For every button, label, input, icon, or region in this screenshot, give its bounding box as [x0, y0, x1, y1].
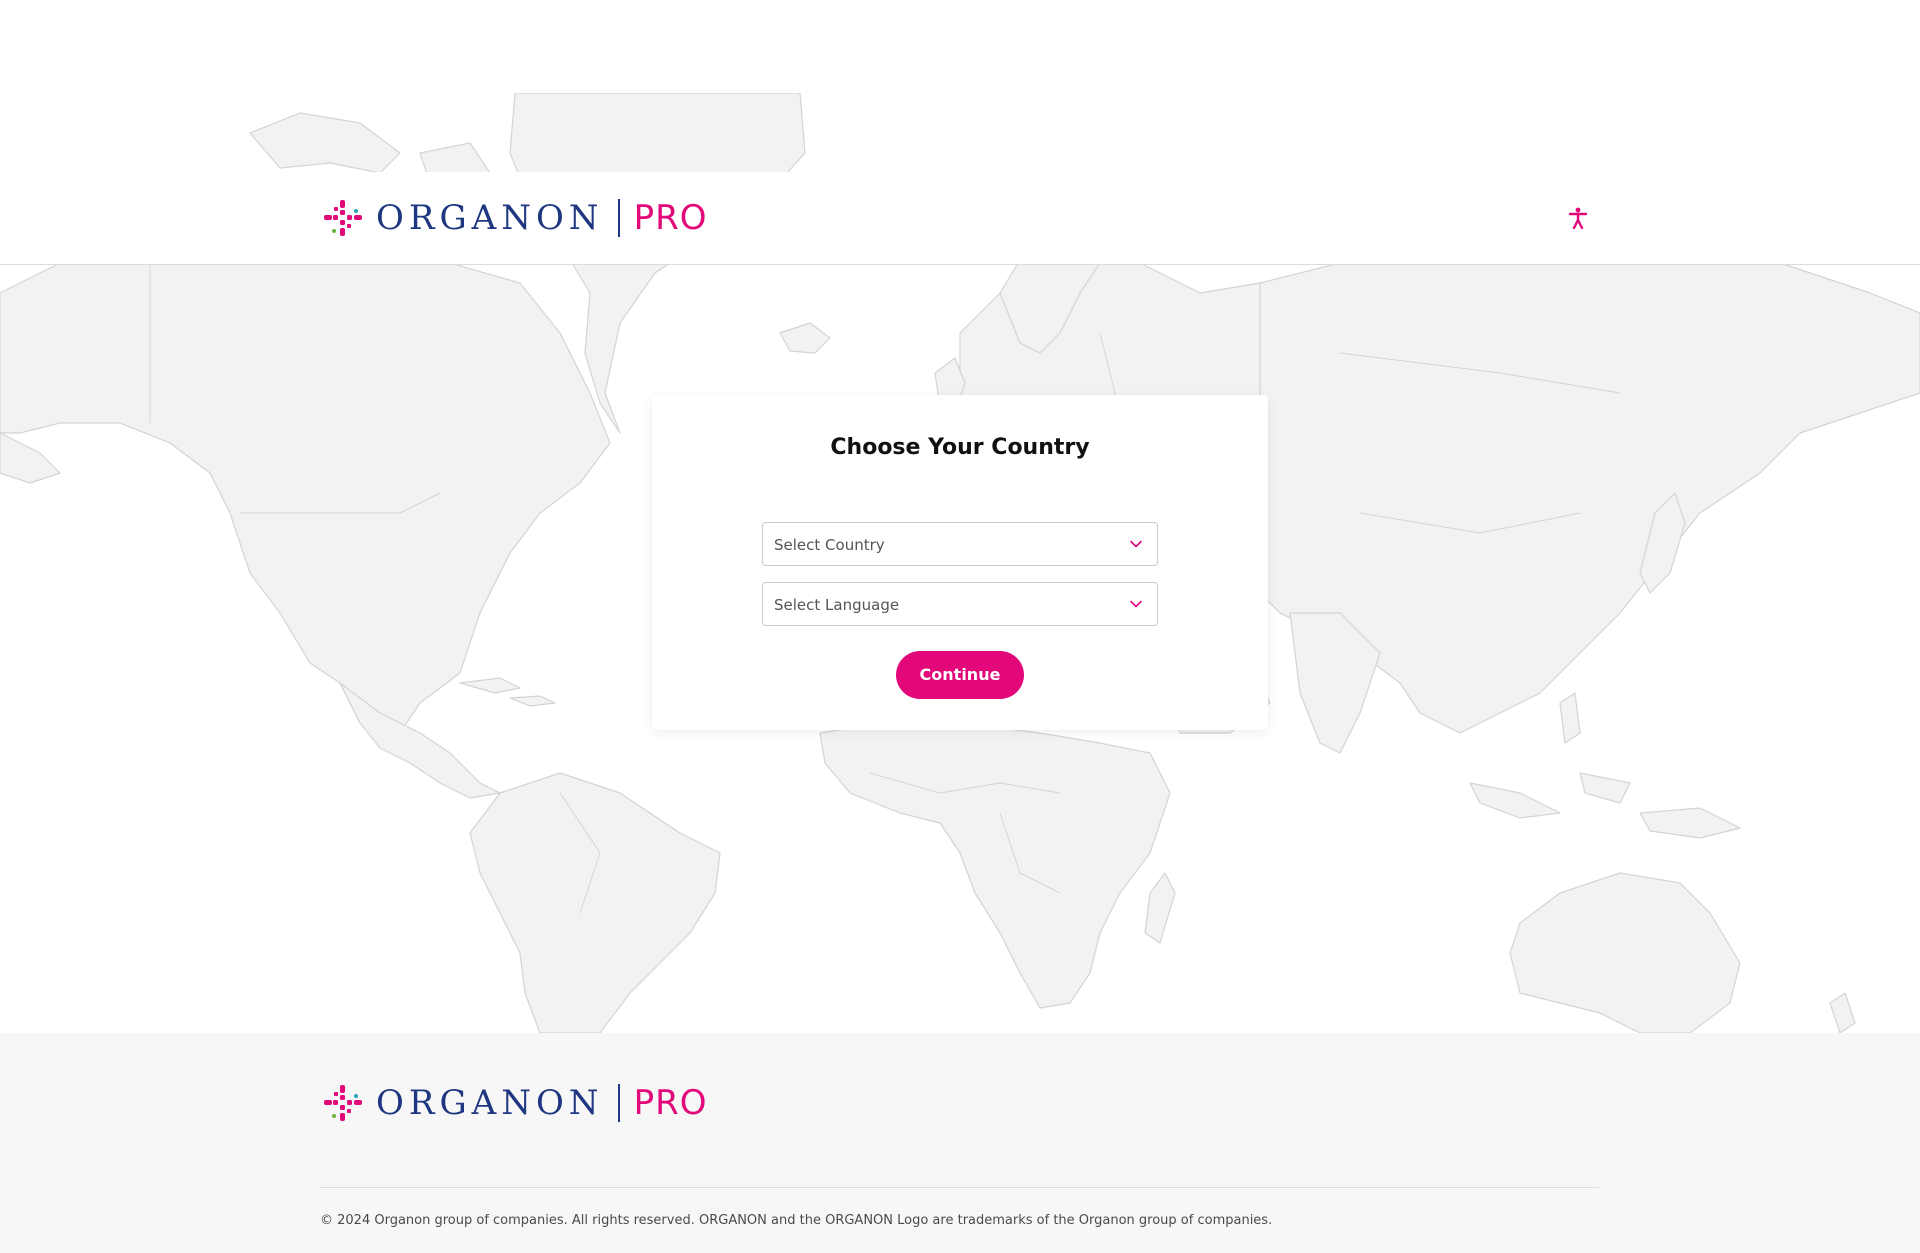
accessibility-button[interactable]: [1564, 204, 1592, 232]
logo-wordmark: ORGANON: [376, 198, 604, 238]
chevron-down-icon: [1130, 600, 1142, 608]
map-madagascar: [1144, 872, 1176, 944]
footer-divider: [320, 1187, 1599, 1188]
country-select-placeholder: Select Country: [774, 536, 885, 554]
site-header: ORGANON PRO: [0, 172, 1920, 265]
logo-wordmark: ORGANON: [376, 1083, 604, 1123]
organon-mark-icon: [324, 200, 362, 236]
logo-divider: [617, 1084, 620, 1122]
continue-button[interactable]: Continue: [896, 651, 1024, 699]
map-new-guinea: [1639, 807, 1741, 839]
map-caribbean-2: [509, 695, 556, 707]
footer-logo[interactable]: ORGANON PRO: [320, 1083, 707, 1123]
map-indonesia-2: [1579, 772, 1631, 804]
country-chooser-card: Choose Your Country Select Country Selec…: [652, 395, 1268, 730]
map-australia: [1509, 872, 1741, 1033]
map-philippines: [1559, 692, 1581, 744]
site-footer: ORGANON PRO © 2024 Organon group of comp…: [0, 1033, 1920, 1253]
map-south-america: [469, 772, 721, 1033]
language-select[interactable]: Select Language: [762, 582, 1158, 626]
map-alaska: [0, 432, 61, 484]
map-iceland: [779, 322, 831, 354]
chevron-down-icon: [1130, 540, 1142, 548]
map-indonesia: [1469, 782, 1561, 819]
logo-suffix: PRO: [633, 198, 708, 238]
map-new-zealand: [1829, 992, 1856, 1033]
logo-suffix: PRO: [633, 1083, 708, 1123]
map-north-america: [0, 232, 611, 734]
country-select[interactable]: Select Country: [762, 522, 1158, 566]
map-arctic-islands: [249, 112, 401, 174]
copyright-text: © 2024 Organon group of companies. All r…: [320, 1213, 1273, 1228]
accessibility-icon: [1569, 207, 1587, 229]
language-select-placeholder: Select Language: [774, 596, 900, 614]
organon-mark-icon: [324, 1085, 362, 1121]
header-logo[interactable]: ORGANON PRO: [320, 198, 707, 238]
map-caribbean: [459, 677, 521, 694]
map-africa: [819, 722, 1171, 1009]
modal-title: Choose Your Country: [830, 435, 1090, 460]
logo-divider: [617, 199, 620, 237]
